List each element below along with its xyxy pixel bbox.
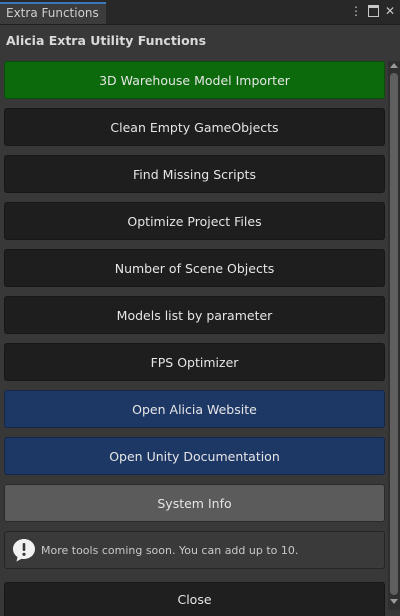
- fps-optimizer-button[interactable]: FPS Optimizer: [4, 343, 385, 381]
- window-controls: ⋮ ✕: [350, 4, 396, 18]
- warehouse-importer-button[interactable]: 3D Warehouse Model Importer: [4, 61, 385, 99]
- scroll-up-arrow-icon[interactable]: [390, 63, 398, 68]
- find-missing-scripts-button[interactable]: Find Missing Scripts: [4, 155, 385, 193]
- kebab-menu-icon[interactable]: ⋮: [350, 4, 362, 18]
- info-speech-bubble-icon: [13, 539, 35, 562]
- system-info-button[interactable]: System Info: [4, 484, 385, 522]
- help-box: More tools coming soon. You can add up t…: [4, 531, 385, 569]
- help-text: More tools coming soon. You can add up t…: [41, 543, 299, 557]
- scrollbar-thumb[interactable]: [390, 73, 398, 595]
- tab-extra-functions[interactable]: Extra Functions: [0, 2, 106, 24]
- clean-empty-gameobjects-button[interactable]: Clean Empty GameObjects: [4, 108, 385, 146]
- tab-bar: Extra Functions ⋮ ✕: [0, 0, 400, 25]
- scene-objects-count-button[interactable]: Number of Scene Objects: [4, 249, 385, 287]
- models-list-button[interactable]: Models list by parameter: [4, 296, 385, 334]
- panel-title: Alicia Extra Utility Functions: [6, 33, 207, 48]
- close-icon[interactable]: ✕: [384, 4, 396, 18]
- close-button[interactable]: Close: [4, 582, 385, 616]
- optimize-project-files-button[interactable]: Optimize Project Files: [4, 202, 385, 240]
- scroll-down-arrow-icon[interactable]: [390, 599, 398, 604]
- maximize-icon: [367, 5, 379, 17]
- maximize-button[interactable]: [367, 4, 379, 18]
- open-website-button[interactable]: Open Alicia Website: [4, 390, 385, 428]
- open-unity-docs-button[interactable]: Open Unity Documentation: [4, 437, 385, 475]
- vertical-scrollbar[interactable]: [388, 61, 400, 610]
